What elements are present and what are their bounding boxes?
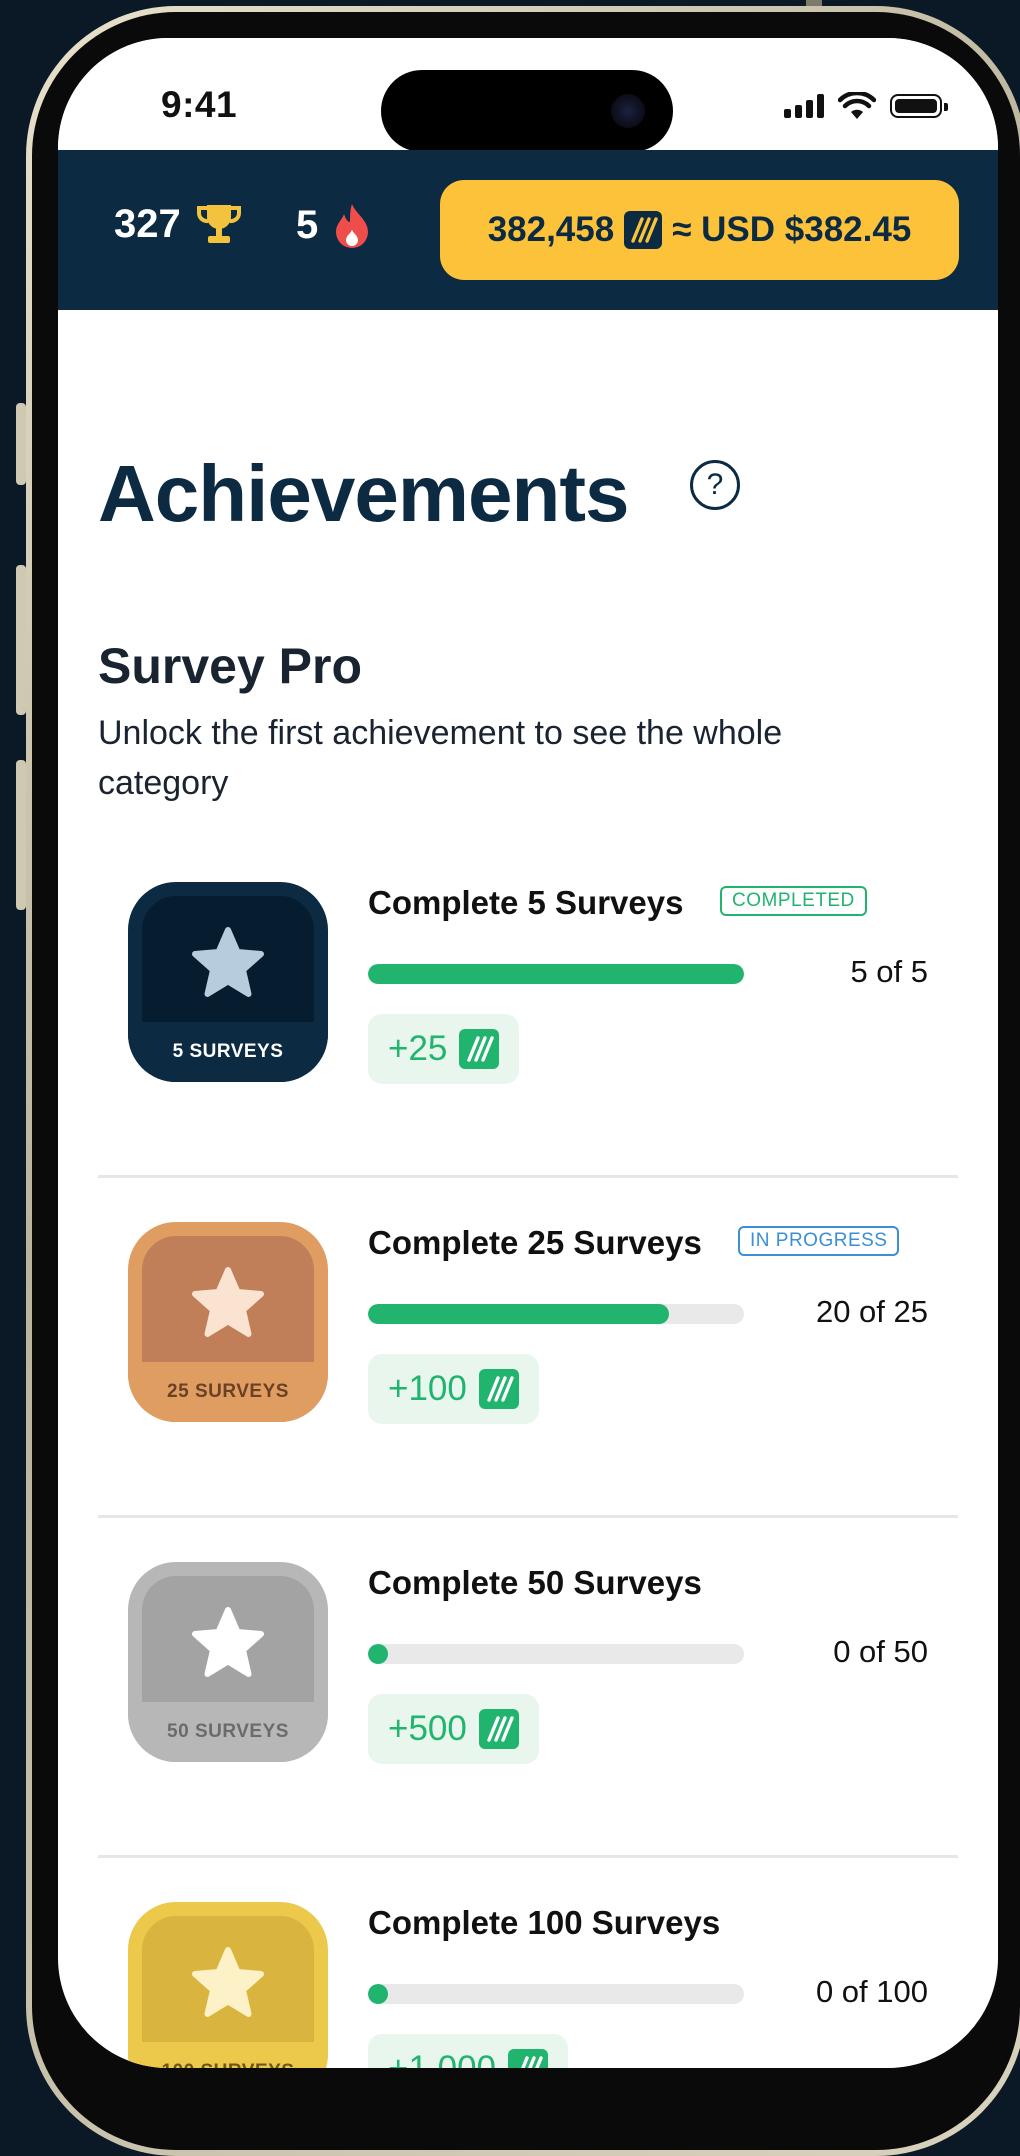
trophy-icon	[196, 204, 241, 243]
status-icons	[784, 92, 948, 120]
status-badge: IN PROGRESS	[738, 1226, 900, 1256]
achievement-title: Complete 100 Surveys	[368, 1904, 721, 1941]
trophy-count-value: 327	[114, 202, 181, 246]
progress-fill	[368, 1644, 388, 1664]
status-bar: 9:41	[58, 38, 998, 152]
coin-icon	[624, 211, 663, 249]
wifi-icon	[838, 92, 876, 119]
achievement-title: Complete 5 Surveys	[368, 884, 684, 921]
star-icon	[192, 1267, 264, 1337]
page-title: Achievements	[98, 449, 629, 538]
signal-icon	[784, 94, 824, 118]
flame-icon	[336, 204, 369, 248]
phone-volume-down	[16, 760, 26, 910]
dynamic-island	[381, 70, 673, 152]
badge-label: 5 SURVEYS	[128, 1022, 328, 1082]
help-icon[interactable]: ?	[690, 460, 740, 510]
section-description: Unlock the first achievement to see the …	[98, 714, 783, 802]
progress-fill	[368, 964, 744, 984]
phone-silent-switch	[16, 403, 26, 485]
section-title: Survey Pro	[98, 638, 363, 694]
badge-label: 25 SURVEYS	[128, 1362, 328, 1422]
streak-count-value: 5	[296, 202, 319, 247]
reward-amount: +25	[388, 1029, 448, 1068]
reward-amount: +1,000	[388, 2049, 496, 2068]
star-icon	[192, 1947, 264, 2017]
trophy-count[interactable]: 327	[114, 202, 243, 247]
front-camera	[611, 94, 645, 128]
achievement-badge: 5 SURVEYS	[128, 882, 328, 1082]
reward-chip: +100	[368, 1354, 539, 1424]
badge-label: 50 SURVEYS	[128, 1702, 328, 1762]
balance-amount: 382,458	[487, 210, 615, 249]
progress-bar	[368, 964, 744, 984]
coin-icon	[478, 1709, 519, 1749]
phone-volume-up	[16, 565, 26, 715]
reward-chip: +25	[368, 1014, 520, 1084]
reward-amount: +500	[388, 1709, 467, 1748]
achievement-card[interactable]: 100 SURVEYS Complete 100 Surveys 0 of 10…	[98, 1858, 958, 2068]
status-time: 9:41	[161, 84, 238, 125]
achievement-badge: 25 SURVEYS	[128, 1222, 328, 1422]
reward-amount: +100	[388, 1369, 467, 1408]
badge-label: 100 SURVEYS	[128, 2042, 328, 2068]
progress-fill	[368, 1304, 669, 1324]
achievement-card[interactable]: 5 SURVEYS Complete 5 Surveys COMPLETED 5…	[98, 838, 958, 1178]
achievement-title: Complete 50 Surveys	[368, 1564, 702, 1601]
achievement-title: Complete 25 Surveys	[368, 1224, 702, 1261]
coin-icon	[478, 1369, 519, 1409]
progress-count: 0 of 50	[833, 1634, 928, 1669]
progress-bar	[368, 1984, 744, 2004]
star-icon	[192, 1607, 264, 1677]
progress-count: 0 of 100	[815, 1974, 928, 2009]
progress-count: 5 of 5	[850, 954, 928, 989]
coin-icon	[508, 2049, 549, 2068]
header-bar: 327 5 382,458 ≈ USD $382.45	[58, 150, 998, 310]
achievement-badge: 50 SURVEYS	[128, 1562, 328, 1762]
star-icon	[192, 927, 264, 997]
achievement-card[interactable]: 25 SURVEYS Complete 25 Surveys IN PROGRE…	[98, 1178, 958, 1518]
achievement-badge: 100 SURVEYS	[128, 1902, 328, 2068]
progress-bar	[368, 1304, 744, 1324]
reward-chip: +1,000	[368, 2034, 569, 2068]
streak-count[interactable]: 5	[296, 202, 372, 248]
status-badge: COMPLETED	[720, 886, 867, 916]
progress-count: 20 of 25	[815, 1294, 928, 1329]
coin-icon	[459, 1029, 500, 1069]
balance-pill[interactable]: 382,458 ≈ USD $382.45	[440, 180, 959, 280]
progress-bar	[368, 1644, 744, 1664]
app-screen: 9:41 327 5 382,458 ≈ USD $382.45 Achieve…	[58, 38, 998, 2068]
balance-usd: ≈ USD $382.45	[672, 210, 912, 249]
battery-icon	[890, 94, 948, 118]
achievement-card[interactable]: 50 SURVEYS Complete 50 Surveys 0 of 50 +…	[98, 1518, 958, 1858]
reward-chip: +500	[368, 1694, 539, 1764]
progress-fill	[368, 1984, 388, 2004]
